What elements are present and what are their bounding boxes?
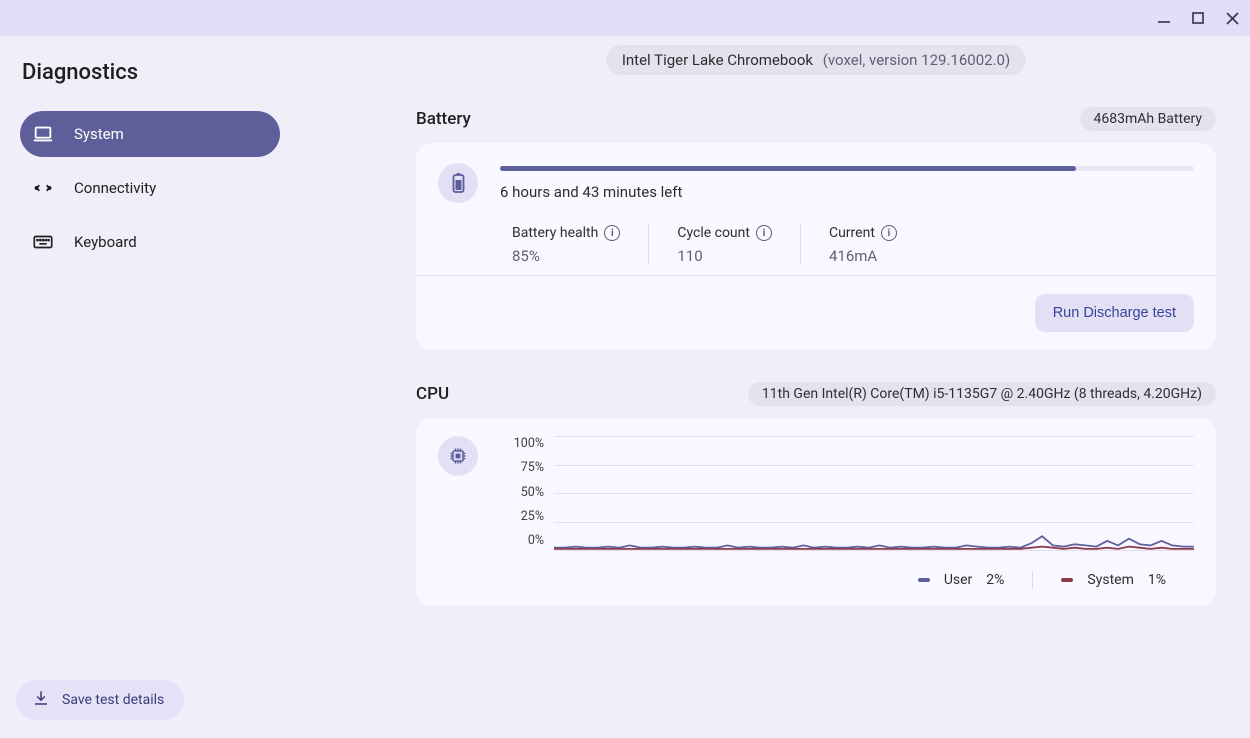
- connectivity-icon: [32, 177, 54, 199]
- battery-icon: [438, 163, 478, 203]
- cpu-chart-ylabels: 100% 75% 50% 25% 0%: [500, 436, 544, 548]
- battery-stats: Battery health i 85% Cycle count i 110 C…: [438, 221, 1194, 275]
- legend-label-user: User: [944, 572, 972, 588]
- sidebar: Diagnostics System Connectivity Keyboard…: [0, 36, 280, 738]
- sidebar-item-connectivity[interactable]: Connectivity: [20, 165, 280, 211]
- run-discharge-test-button[interactable]: Run Discharge test: [1035, 294, 1194, 332]
- cycle-count-value: 110: [677, 247, 772, 265]
- legend-swatch-user: [918, 578, 930, 582]
- legend-label-system: System: [1087, 572, 1133, 588]
- device-info-chip: Intel Tiger Lake Chromebook (voxel, vers…: [606, 45, 1026, 75]
- maximize-button[interactable]: [1190, 10, 1206, 26]
- cpu-card: 100% 75% 50% 25% 0%: [416, 418, 1216, 606]
- cpu-model-chip: 11th Gen Intel(R) Core(TM) i5-1135G7 @ 2…: [748, 382, 1216, 406]
- info-icon[interactable]: i: [756, 225, 772, 241]
- battery-section-title: Battery: [416, 109, 471, 129]
- current-value: 416mA: [829, 247, 897, 265]
- battery-health-label: Battery health: [512, 225, 598, 241]
- main-content: Intel Tiger Lake Chromebook (voxel, vers…: [280, 36, 1250, 738]
- info-icon[interactable]: i: [881, 225, 897, 241]
- cpu-usage-chart: [554, 436, 1194, 550]
- battery-progress-fill: [500, 166, 1076, 171]
- cpu-section-title: CPU: [416, 384, 449, 404]
- keyboard-icon: [32, 231, 54, 253]
- minimize-button[interactable]: [1156, 10, 1172, 26]
- battery-card: 6 hours and 43 minutes left Battery heal…: [416, 143, 1216, 350]
- cpu-legend: User 2% System 1%: [500, 572, 1194, 588]
- close-button[interactable]: [1224, 10, 1240, 26]
- device-name: Intel Tiger Lake Chromebook: [622, 51, 813, 69]
- sidebar-item-keyboard[interactable]: Keyboard: [20, 219, 280, 265]
- window-titlebar: [0, 0, 1250, 36]
- legend-swatch-system: [1061, 578, 1073, 582]
- device-meta: (voxel, version 129.16002.0): [823, 51, 1010, 69]
- current-label: Current: [829, 225, 875, 241]
- chip-icon: [438, 436, 478, 476]
- sidebar-item-label: System: [74, 125, 124, 143]
- app-title: Diagnostics: [20, 46, 280, 111]
- battery-progress-bar: [500, 166, 1194, 171]
- sidebar-item-label: Connectivity: [74, 179, 156, 197]
- legend-value-user: 2%: [986, 572, 1004, 588]
- save-test-details-button[interactable]: Save test details: [16, 680, 184, 720]
- battery-time-remaining: 6 hours and 43 minutes left: [500, 183, 1194, 201]
- download-icon: [32, 689, 50, 711]
- cycle-count-label: Cycle count: [677, 225, 750, 241]
- sidebar-item-system[interactable]: System: [20, 111, 280, 157]
- battery-health-value: 85%: [512, 247, 620, 265]
- save-label: Save test details: [62, 692, 164, 708]
- legend-value-system: 1%: [1148, 572, 1166, 588]
- laptop-icon: [32, 123, 54, 145]
- battery-capacity-chip: 4683mAh Battery: [1080, 107, 1216, 131]
- sidebar-item-label: Keyboard: [74, 233, 137, 251]
- info-icon[interactable]: i: [604, 225, 620, 241]
